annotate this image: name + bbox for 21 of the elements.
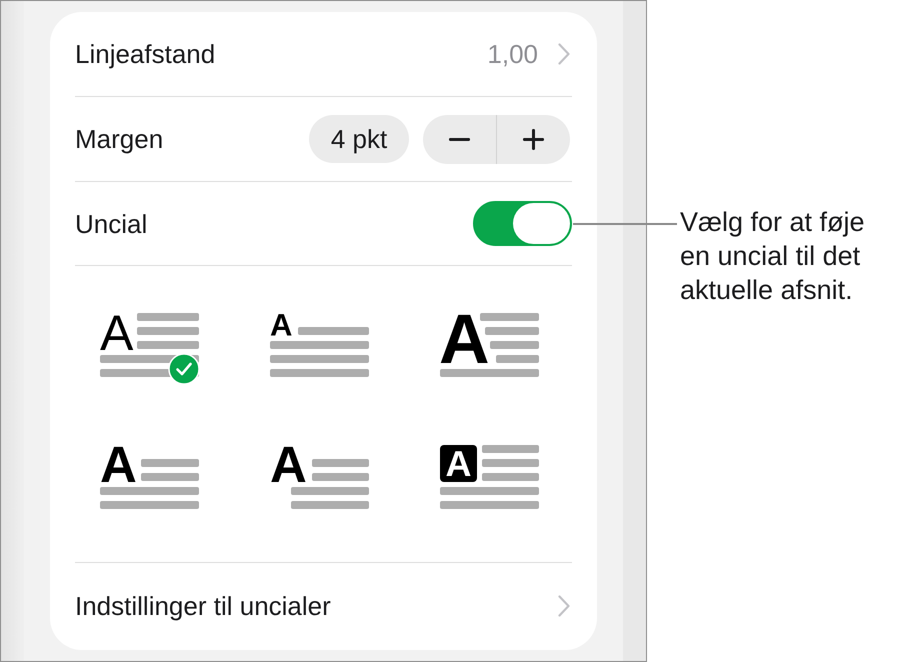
drop-cap-label: Uncial xyxy=(75,208,148,238)
drop-cap-settings-label: Indstillinger til uncialer xyxy=(75,591,331,621)
margin-label: Margen xyxy=(75,124,164,154)
callout-text: Vælg for at føje en uncial til det aktuelle afsnit. xyxy=(680,206,866,307)
drop-cap-style-button[interactable]: A xyxy=(100,313,200,385)
margin-value-field[interactable]: 4 pkt xyxy=(309,115,409,163)
chevron-right-icon[interactable] xyxy=(558,595,570,617)
toggle-switch[interactable] xyxy=(473,201,572,246)
minus-icon xyxy=(449,138,470,140)
plus-icon xyxy=(523,128,544,150)
line-spacing-value: 1,00 xyxy=(487,39,538,69)
drop-cap-style-button[interactable]: A xyxy=(100,445,200,517)
chevron-right-icon[interactable] xyxy=(558,43,570,65)
checkmark-icon xyxy=(168,353,200,385)
drop-cap-style-button[interactable]: A xyxy=(270,445,370,517)
drop-cap-style-button[interactable]: A xyxy=(440,313,540,385)
drop-cap-style-button[interactable]: A xyxy=(440,445,540,517)
line-spacing-label: Linjeafstand xyxy=(75,39,216,69)
drop-cap-style-button[interactable]: A xyxy=(270,313,370,385)
letter-tile xyxy=(440,445,477,482)
increment-button[interactable] xyxy=(497,114,570,164)
